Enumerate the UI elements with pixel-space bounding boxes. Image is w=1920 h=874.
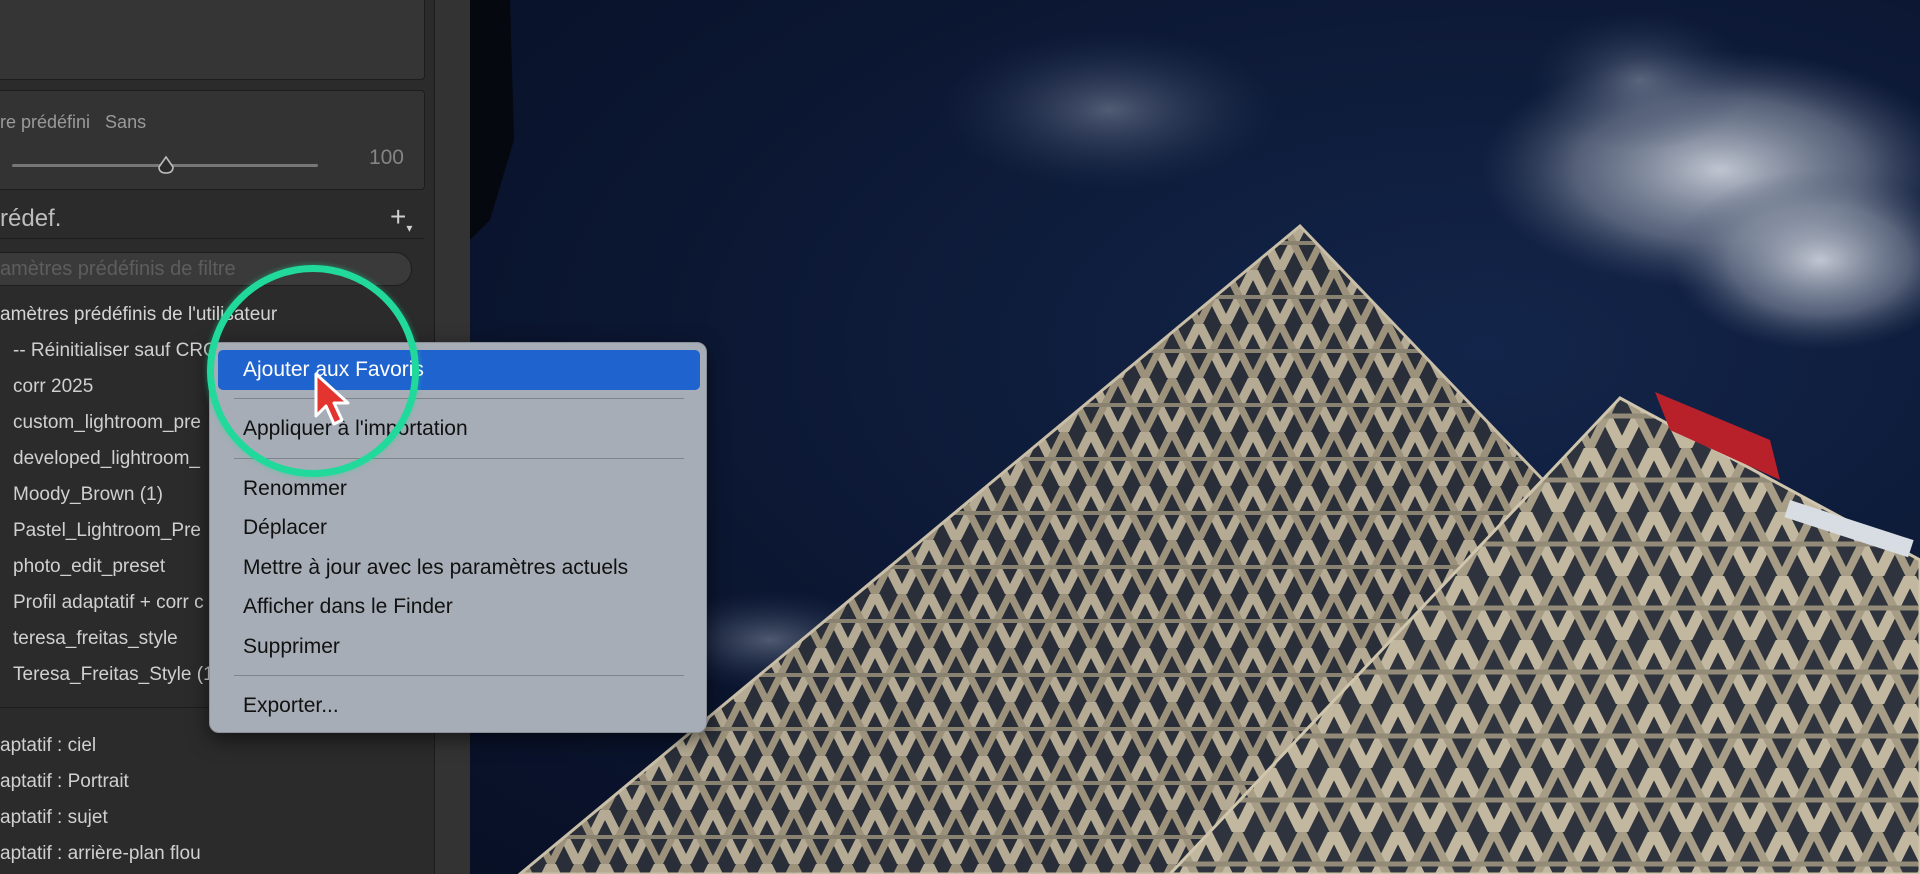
- menu-item-rename[interactable]: Renommer: [218, 469, 700, 509]
- menu-item-update-settings[interactable]: Mettre à jour avec les paramètres actuel…: [218, 548, 700, 588]
- adaptive-preset-item[interactable]: aptatif : arrière-plan flou: [0, 843, 201, 865]
- menu-item-move[interactable]: Déplacer: [218, 508, 700, 548]
- highlight-circle: [207, 265, 419, 477]
- preset-item[interactable]: developed_lightroom_: [13, 448, 200, 470]
- adaptive-preset-item[interactable]: aptatif : ciel: [0, 735, 96, 757]
- section-divider: [0, 238, 424, 239]
- adaptive-preset-item[interactable]: aptatif : Portrait: [0, 771, 129, 793]
- amount-value[interactable]: 100: [360, 146, 404, 170]
- triangle-thumb-icon[interactable]: [157, 155, 175, 175]
- arrow-pointer-icon: [314, 372, 350, 426]
- preset-filter-placeholder: amètres prédéfinis de filtre: [0, 258, 236, 280]
- preset-item[interactable]: Moody_Brown (1): [13, 484, 163, 506]
- amount-box: [0, 90, 425, 190]
- preset-item[interactable]: Profil adaptatif + corr c: [13, 592, 204, 614]
- presets-section-title[interactable]: rédef.: [0, 205, 61, 233]
- menu-item-show-in-finder[interactable]: Afficher dans le Finder: [218, 587, 700, 627]
- preset-item[interactable]: -- Réinitialiser sauf CRO: [13, 340, 218, 362]
- profile-box: [0, 0, 425, 80]
- menu-item-export[interactable]: Exporter...: [218, 686, 700, 726]
- menu-item-delete[interactable]: Supprimer: [218, 627, 700, 667]
- preset-item[interactable]: Teresa_Freitas_Style (1: [13, 664, 214, 686]
- amount-label: re prédéfini Sans: [0, 112, 147, 132]
- preset-item[interactable]: teresa_freitas_style: [13, 628, 178, 650]
- preset-item[interactable]: corr 2025: [13, 376, 93, 398]
- adaptive-preset-item[interactable]: aptatif : sujet: [0, 807, 108, 829]
- plus-dropdown-icon[interactable]: +▾: [390, 203, 412, 242]
- preset-item[interactable]: Pastel_Lightroom_Pre: [13, 520, 201, 542]
- preset-item[interactable]: custom_lightroom_pre: [13, 412, 201, 434]
- menu-separator: [234, 675, 684, 676]
- preset-item[interactable]: photo_edit_preset: [13, 556, 165, 578]
